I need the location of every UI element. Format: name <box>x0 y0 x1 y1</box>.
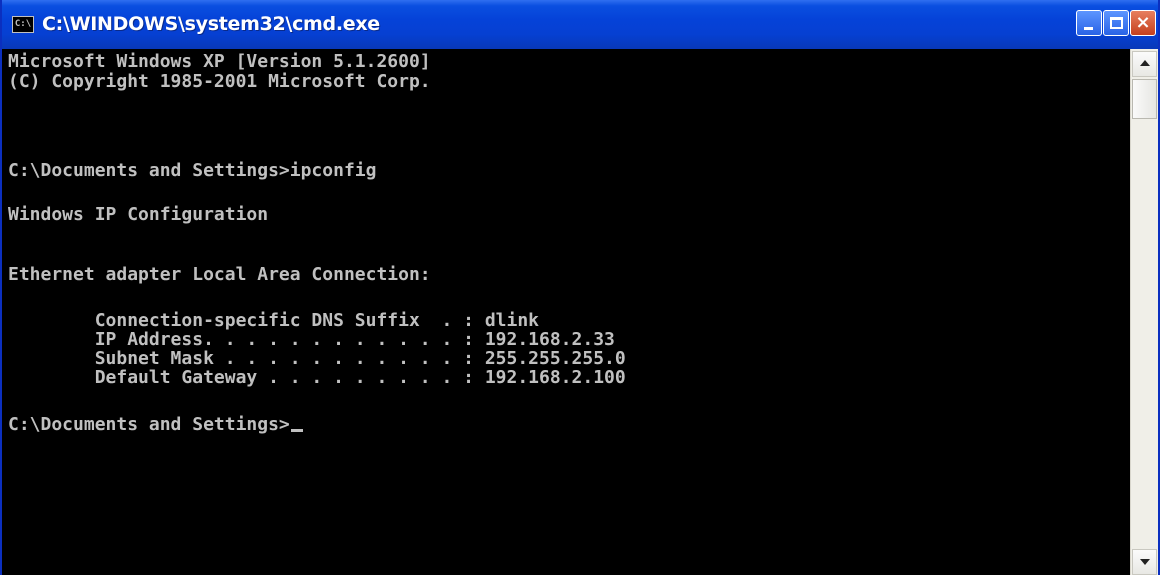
window-title: C:\WINDOWS\system32\cmd.exe <box>42 13 380 35</box>
console-line: Microsoft Windows XP [Version 5.1.2600] <box>8 51 431 72</box>
console-line: (C) Copyright 1985-2001 Microsoft Corp. <box>8 71 431 92</box>
console-line: Connection-specific DNS Suffix . : dlink <box>8 310 540 331</box>
console-line: Default Gateway . . . . . . . . . : 192.… <box>8 367 626 388</box>
console-prompt[interactable]: C:\Documents and Settings> <box>8 415 303 435</box>
maximize-icon <box>1110 17 1123 29</box>
scroll-up-arrow-icon <box>1140 60 1150 66</box>
text-cursor <box>290 429 303 432</box>
vertical-scrollbar[interactable] <box>1130 49 1158 575</box>
console-line: Subnet Mask . . . . . . . . . . . : 255.… <box>8 348 626 369</box>
console-line: Ethernet adapter Local Area Connection: <box>8 264 431 285</box>
close-button[interactable]: × <box>1130 10 1156 36</box>
console-line: Windows IP Configuration <box>8 204 269 225</box>
scrollbar-thumb[interactable] <box>1132 79 1157 119</box>
scroll-down-button[interactable] <box>1132 549 1157 575</box>
console-output[interactable]: Microsoft Windows XP [Version 5.1.2600] … <box>2 49 1130 575</box>
minimize-button[interactable] <box>1076 10 1102 36</box>
prompt-text: C:\Documents and Settings> <box>8 414 290 435</box>
scroll-up-button[interactable] <box>1132 51 1157 77</box>
title-bar[interactable]: C:\ C:\WINDOWS\system32\cmd.exe × <box>2 0 1158 49</box>
close-icon: × <box>1135 12 1151 33</box>
scroll-down-arrow-icon <box>1140 559 1150 565</box>
maximize-button[interactable] <box>1103 10 1129 36</box>
console-line: IP Address. . . . . . . . . . . . : 192.… <box>8 329 615 350</box>
cmd-window: C:\ C:\WINDOWS\system32\cmd.exe × Micros… <box>0 0 1160 575</box>
console-line: C:\Documents and Settings>ipconfig <box>8 160 377 181</box>
minimize-icon <box>1084 27 1093 30</box>
cmd-icon[interactable]: C:\ <box>12 16 34 33</box>
